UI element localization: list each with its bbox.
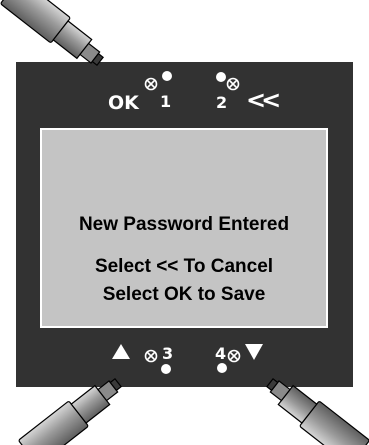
button-4-indicator[interactable] [217, 344, 263, 373]
button-3-indicator[interactable] [112, 344, 171, 374]
led-dot-icon [162, 71, 172, 81]
x-circle-indicator-icon [144, 349, 158, 363]
button-1-indicator[interactable] [144, 71, 173, 91]
led-dot-icon [217, 363, 227, 373]
up-arrow-icon [112, 344, 130, 359]
led-dot-icon [161, 364, 171, 374]
down-arrow-icon [245, 344, 263, 360]
pointing-stylus-icon [266, 377, 369, 445]
device-graphics [0, 0, 369, 445]
device-illustration: New Password Entered Select << To Cancel… [0, 0, 369, 445]
pointing-stylus-icon [18, 377, 122, 445]
x-circle-indicator-icon [227, 349, 241, 363]
x-circle-indicator-icon [226, 77, 240, 91]
x-circle-indicator-icon [144, 77, 158, 91]
pointing-stylus-icon [0, 0, 104, 67]
led-dot-icon [216, 72, 226, 82]
button-2-indicator[interactable] [216, 72, 240, 91]
